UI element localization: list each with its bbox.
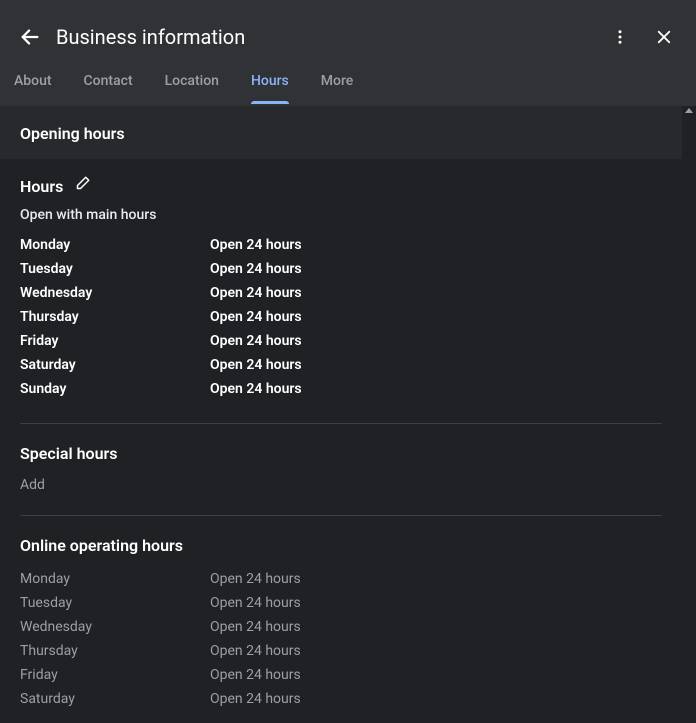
day-label: Tuesday xyxy=(20,595,210,611)
hours-row: SaturdayOpen 24 hours xyxy=(20,687,662,711)
hours-value: Open 24 hours xyxy=(210,285,662,301)
hours-title: Hours xyxy=(20,177,63,196)
tab-hours[interactable]: Hours xyxy=(251,58,289,104)
back-arrow-icon[interactable] xyxy=(18,25,42,49)
online-hours-title: Online operating hours xyxy=(20,536,662,555)
day-label: Thursday xyxy=(20,643,210,659)
hours-value: Open 24 hours xyxy=(210,595,662,611)
online-hours-block: Online operating hours MondayOpen 24 hou… xyxy=(0,520,682,723)
hours-value: Open 24 hours xyxy=(210,333,662,349)
hours-title-row: Hours xyxy=(20,175,662,197)
hours-row: WednesdayOpen 24 hours xyxy=(20,615,662,639)
day-label: Thursday xyxy=(20,309,210,325)
day-label: Wednesday xyxy=(20,285,210,301)
hours-row: ThursdayOpen 24 hours xyxy=(20,639,662,663)
scroll-up-icon[interactable] xyxy=(685,108,693,113)
hours-subtitle: Open with main hours xyxy=(20,207,662,223)
hours-row: SaturdayOpen 24 hours xyxy=(20,353,662,377)
add-special-hours-link[interactable]: Add xyxy=(20,477,662,493)
day-label: Friday xyxy=(20,333,210,349)
hours-value: Open 24 hours xyxy=(210,309,662,325)
hours-row: FridayOpen 24 hours xyxy=(20,663,662,687)
tab-more[interactable]: More xyxy=(321,58,354,104)
day-label: Tuesday xyxy=(20,261,210,277)
close-icon[interactable] xyxy=(652,25,676,49)
hours-value: Open 24 hours xyxy=(210,381,662,397)
header-actions xyxy=(608,25,676,49)
special-hours-block: Special hours Add xyxy=(0,428,682,511)
hours-value: Open 24 hours xyxy=(210,643,662,659)
hours-row: TuesdayOpen 24 hours xyxy=(20,257,662,281)
day-label: Sunday xyxy=(20,381,210,397)
hours-value: Open 24 hours xyxy=(210,261,662,277)
day-label: Saturday xyxy=(20,691,210,707)
day-label: Wednesday xyxy=(20,619,210,635)
hours-row: SundayOpen 24 hours xyxy=(20,377,662,401)
hours-row: WednesdayOpen 24 hours xyxy=(20,281,662,305)
tab-contact[interactable]: Contact xyxy=(84,58,133,104)
divider xyxy=(20,423,662,424)
hours-row: TuesdayOpen 24 hours xyxy=(20,591,662,615)
hours-value: Open 24 hours xyxy=(210,357,662,373)
hours-row: MondayOpen 24 hours xyxy=(20,233,662,257)
hours-value: Open 24 hours xyxy=(210,667,662,683)
online-hours-list: MondayOpen 24 hours TuesdayOpen 24 hours… xyxy=(20,567,662,711)
hours-value: Open 24 hours xyxy=(210,691,662,707)
header-top: Business information xyxy=(0,0,696,56)
day-label: Friday xyxy=(20,667,210,683)
hours-block: Hours Open with main hours MondayOpen 24… xyxy=(0,159,682,419)
hours-list: MondayOpen 24 hours TuesdayOpen 24 hours… xyxy=(20,233,662,401)
divider xyxy=(20,515,662,516)
header: Business information About Contact Locat… xyxy=(0,0,696,106)
tab-location[interactable]: Location xyxy=(165,58,219,104)
page-title: Business information xyxy=(56,25,245,49)
hours-value: Open 24 hours xyxy=(210,619,662,635)
day-label: Saturday xyxy=(20,357,210,373)
opening-hours-title: Opening hours xyxy=(20,124,662,143)
opening-hours-header: Opening hours xyxy=(0,106,682,159)
tab-about[interactable]: About xyxy=(14,58,52,104)
hours-value: Open 24 hours xyxy=(210,237,662,253)
more-vert-icon[interactable] xyxy=(608,25,632,49)
hours-row: ThursdayOpen 24 hours xyxy=(20,305,662,329)
special-hours-title: Special hours xyxy=(20,444,662,463)
hours-value: Open 24 hours xyxy=(210,571,662,587)
day-label: Monday xyxy=(20,571,210,587)
tabs: About Contact Location Hours More xyxy=(0,56,696,106)
content-scroll[interactable]: Opening hours Hours Open with main hours… xyxy=(0,106,696,723)
hours-row: FridayOpen 24 hours xyxy=(20,329,662,353)
pencil-icon[interactable] xyxy=(73,175,91,197)
day-label: Monday xyxy=(20,237,210,253)
hours-row: MondayOpen 24 hours xyxy=(20,567,662,591)
